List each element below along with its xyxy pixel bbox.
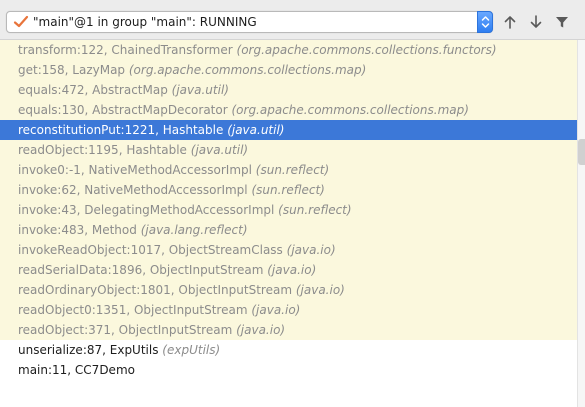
- frame-package: (java.util): [171, 83, 229, 97]
- stack-frame[interactable]: invoke:483, Method (java.lang.reflect): [0, 220, 577, 240]
- frame-package: (org.apache.commons.collections.functors…: [236, 43, 497, 57]
- stack-frame[interactable]: readObject0:1351, ObjectInputStream (jav…: [0, 300, 577, 320]
- frame-method: reconstitutionPut:1221, Hashtable: [18, 123, 224, 137]
- stack-frame[interactable]: readObject:1195, Hashtable (java.util): [0, 140, 577, 160]
- stack-frame[interactable]: main:11, CC7Demo: [0, 360, 577, 380]
- frame-method: invoke:483, Method: [18, 223, 137, 237]
- frame-method: equals:130, AbstractMapDecorator: [18, 103, 228, 117]
- frame-package: (sun.reflect): [251, 183, 325, 197]
- stack-frame[interactable]: invoke:62, NativeMethodAccessorImpl (sun…: [0, 180, 577, 200]
- frame-package: (org.apache.commons.collections.map): [231, 103, 469, 117]
- frame-package: (sun.reflect): [255, 163, 330, 177]
- stack-frames-list: transform:122, ChainedTransformer (org.a…: [0, 40, 577, 380]
- stack-frame[interactable]: readSerialData:1896, ObjectInputStream (…: [0, 260, 577, 280]
- frame-package: (org.apache.commons.collections.map): [128, 63, 367, 77]
- frame-method: invokeReadObject:1017, ObjectStreamClass: [18, 243, 283, 257]
- frame-package: (java.io): [236, 323, 286, 337]
- check-icon: [13, 15, 29, 29]
- frame-method: invoke:62, NativeMethodAccessorImpl: [18, 183, 248, 197]
- frame-method: invoke:43, DelegatingMethodAccessorImpl: [18, 203, 275, 217]
- stack-frame[interactable]: invoke0:-1, NativeMethodAccessorImpl (su…: [0, 160, 577, 180]
- frame-package: (java.lang.reflect): [140, 223, 248, 237]
- frame-method: unserialize:87, ExpUtils: [18, 343, 159, 357]
- stack-frame[interactable]: readObject:371, ObjectInputStream (java.…: [0, 320, 577, 340]
- frame-method: readObject:371, ObjectInputStream: [18, 323, 233, 337]
- frame-package: (expUtils): [162, 343, 221, 357]
- chevron-up-down-icon[interactable]: [477, 11, 493, 33]
- filter-frames-button[interactable]: [551, 11, 573, 33]
- frame-package: (java.util): [190, 143, 249, 157]
- debugger-toolbar: "main"@1 in group "main": RUNNING: [0, 0, 585, 40]
- frame-package: (java.io): [286, 243, 336, 257]
- stack-frame[interactable]: invokeReadObject:1017, ObjectStreamClass…: [0, 240, 577, 260]
- frame-package: (sun.reflect): [278, 203, 352, 217]
- next-frame-button[interactable]: [525, 11, 547, 33]
- frame-method: transform:122, ChainedTransformer: [18, 43, 233, 57]
- selected-stack-frame[interactable]: reconstitutionPut:1221, Hashtable (java.…: [0, 120, 577, 140]
- thread-selector[interactable]: "main"@1 in group "main": RUNNING: [6, 11, 493, 33]
- stack-frame[interactable]: unserialize:87, ExpUtils (expUtils): [0, 340, 577, 360]
- previous-frame-button[interactable]: [499, 11, 521, 33]
- stack-frame[interactable]: invoke:43, DelegatingMethodAccessorImpl …: [0, 200, 577, 220]
- frame-method: main:11, CC7Demo: [18, 363, 135, 377]
- frame-package: (java.io): [295, 283, 345, 297]
- thread-label: "main"@1 in group "main": RUNNING: [33, 15, 257, 29]
- frame-method: get:158, LazyMap: [18, 63, 126, 77]
- frame-method: equals:472, AbstractMap: [18, 83, 168, 97]
- frame-method: invoke0:-1, NativeMethodAccessorImpl: [18, 163, 252, 177]
- stack-frame[interactable]: equals:130, AbstractMapDecorator (org.ap…: [0, 100, 577, 120]
- frame-method: readOrdinaryObject:1801, ObjectInputStre…: [18, 283, 293, 297]
- stack-frame[interactable]: equals:472, AbstractMap (java.util): [0, 80, 577, 100]
- frame-package: (java.util): [227, 123, 285, 137]
- stack-frame[interactable]: get:158, LazyMap (org.apache.commons.col…: [0, 60, 577, 80]
- frame-method: readObject:1195, Hashtable: [18, 143, 187, 157]
- stack-frame[interactable]: readOrdinaryObject:1801, ObjectInputStre…: [0, 280, 577, 300]
- frame-method: readSerialData:1896, ObjectInputStream: [18, 263, 264, 277]
- frame-package: (java.io): [267, 263, 317, 277]
- frame-method: readObject0:1351, ObjectInputStream: [18, 303, 248, 317]
- vertical-scrollbar[interactable]: [577, 40, 585, 407]
- frame-package: (java.io): [251, 303, 301, 317]
- stack-frame[interactable]: transform:122, ChainedTransformer (org.a…: [0, 40, 577, 60]
- scrollbar-thumb[interactable]: [578, 139, 585, 165]
